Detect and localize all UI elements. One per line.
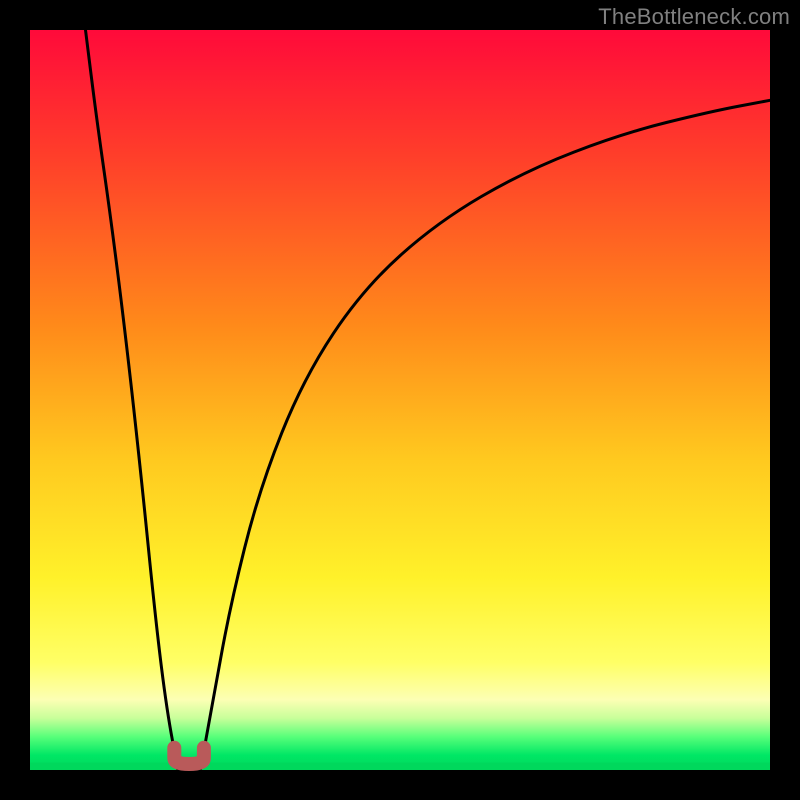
chart-container: { "watermark": "TheBottleneck.com", "cha… xyxy=(0,0,800,800)
gradient-plot-area xyxy=(30,30,770,770)
green-baseline xyxy=(30,763,770,770)
watermark-text: TheBottleneck.com xyxy=(598,4,790,30)
bottleneck-curve-chart xyxy=(0,0,800,800)
